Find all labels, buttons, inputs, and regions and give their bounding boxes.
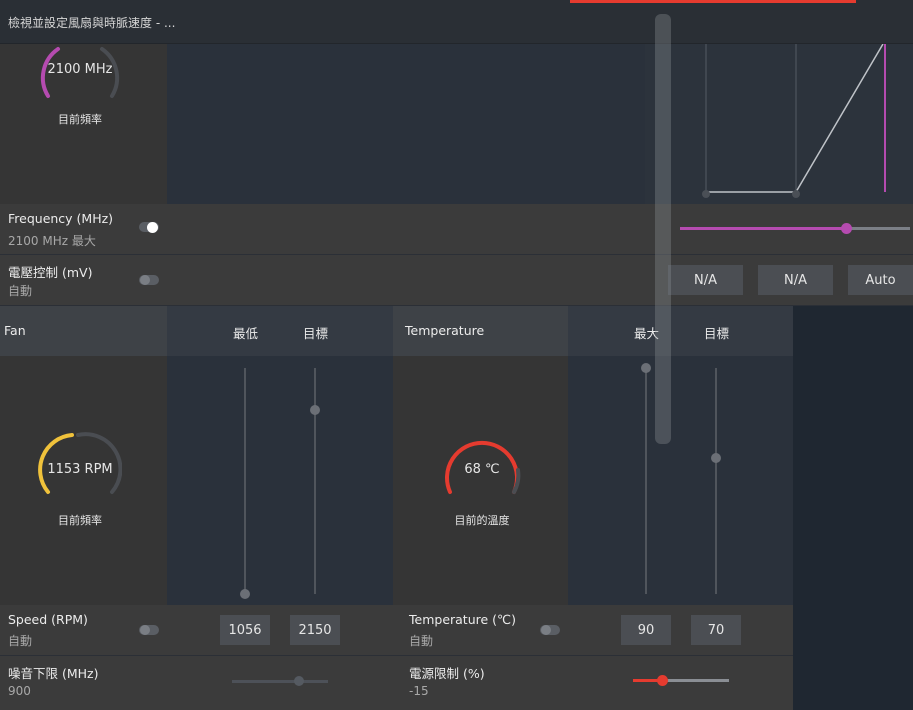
fan-header-cols <box>167 306 393 356</box>
frequency-value: 2100 MHz 最大 <box>8 234 96 248</box>
frequency-gauge-caption: 目前頻率 <box>58 113 102 126</box>
voltage-label: 電壓控制 (mV) <box>8 265 93 280</box>
temperature-toggle-knob <box>541 625 551 635</box>
fan-min-slider-knob[interactable] <box>240 589 250 599</box>
frequency-label: Frequency (MHz) <box>8 211 114 226</box>
voltage-button-2[interactable]: N/A <box>758 265 833 295</box>
temp-target-slider-track[interactable] <box>715 368 717 594</box>
voltage-toggle-knob <box>140 275 150 285</box>
frequency-slider-knob[interactable] <box>840 223 852 234</box>
temp-max-slider-track[interactable] <box>645 368 647 594</box>
frequency-slider-fill <box>680 227 846 230</box>
frequency-gauge-value: 2100 MHz <box>47 62 113 77</box>
fan-min-input[interactable]: 1056 <box>220 615 270 645</box>
temperature-header-cols <box>568 306 793 356</box>
right-empty-panel <box>793 306 913 710</box>
noise-label: 噪音下限 (MHz) <box>8 666 99 681</box>
fan-min-slider-track[interactable] <box>244 368 246 594</box>
fan-title: Fan <box>4 323 26 338</box>
temperature-label: Temperature (℃) <box>409 612 516 627</box>
temperature-col-target: 目標 <box>704 326 730 341</box>
temp-target-slider-knob[interactable] <box>711 453 721 463</box>
temperature-curve-panel <box>568 356 793 605</box>
temp-target-input[interactable]: 70 <box>691 615 741 645</box>
noise-value: 900 <box>8 684 31 698</box>
clock-curve-area <box>167 44 645 204</box>
noise-slider-track[interactable] <box>232 680 328 683</box>
voltage-auto-button[interactable]: Auto <box>848 265 913 295</box>
power-slider-knob[interactable] <box>656 675 668 686</box>
frequency-toggle-knob <box>147 222 158 233</box>
fan-col-target: 目標 <box>303 326 329 341</box>
noise-slider-knob[interactable] <box>294 676 304 686</box>
fan-target-slider-knob[interactable] <box>310 405 320 415</box>
voltage-button-1[interactable]: N/A <box>668 265 743 295</box>
window-title: 檢視並設定風扇與時脈速度 - ... <box>8 16 176 30</box>
temperature-mode: 自動 <box>409 634 434 648</box>
fan-target-input[interactable]: 2150 <box>290 615 340 645</box>
fan-curve-panel <box>167 356 393 605</box>
power-label: 電源限制 (%) <box>409 666 485 681</box>
clock-curve-graph <box>702 44 886 198</box>
title-accent-bar <box>570 0 856 3</box>
temperature-gauge-caption: 目前的溫度 <box>454 514 510 527</box>
overlay-scrollbar[interactable] <box>655 14 671 444</box>
fan-gauge-caption: 目前頻率 <box>58 514 102 527</box>
fan-target-slider-track[interactable] <box>314 368 316 594</box>
temperature-gauge-value: 68 ℃ <box>464 462 500 477</box>
fan-speed-label: Speed (RPM) <box>8 612 88 627</box>
fan-gauge-value: 1153 RPM <box>47 462 113 477</box>
power-value: -15 <box>409 684 429 698</box>
temp-max-input[interactable]: 90 <box>621 615 671 645</box>
fan-speed-value: 自動 <box>8 634 33 648</box>
voltage-value: 自動 <box>8 284 33 298</box>
temperature-title: Temperature <box>405 323 485 338</box>
fan-col-min: 最低 <box>233 326 259 341</box>
temp-max-slider-knob[interactable] <box>641 363 651 373</box>
fan-speed-toggle-knob <box>140 625 150 635</box>
